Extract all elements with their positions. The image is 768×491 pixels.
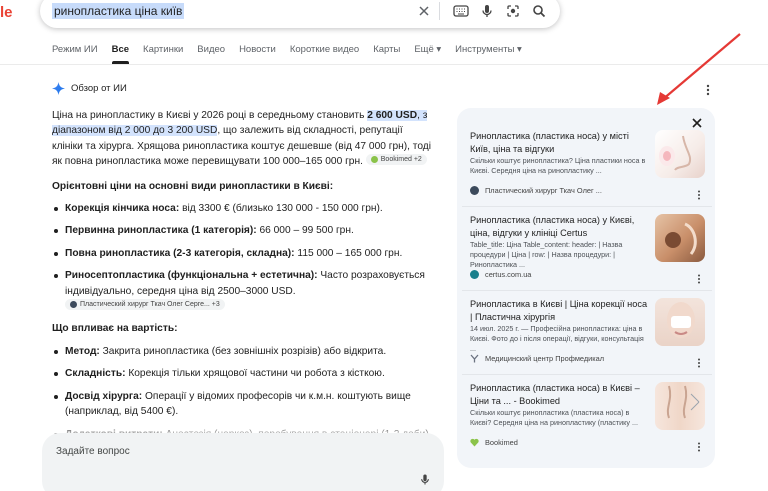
- tab-ai-mode[interactable]: Режим ИИ: [52, 44, 98, 55]
- site-favicon-icon: [470, 354, 479, 363]
- intro-text-2: , з: [417, 110, 428, 121]
- source-thumbnail-image[interactable]: [655, 214, 705, 262]
- source-thumbnail-image[interactable]: [655, 382, 705, 430]
- list-item-term: Повна ринопластика (2-3 категорія, склад…: [65, 247, 295, 259]
- more-options-icon[interactable]: [697, 355, 701, 373]
- lens-icon[interactable]: [502, 1, 524, 21]
- ask-input-placeholder[interactable]: Задайте вопрос: [56, 446, 130, 457]
- source-card-site: Bookimed: [470, 438, 518, 447]
- source-chip-label: Пластический хирург Ткач Олег Серге... +…: [80, 301, 220, 309]
- list-item: Складність: Корекція тільки хрящової час…: [52, 366, 436, 381]
- ai-overview-header: Обзор от ИИ: [52, 82, 127, 95]
- list-item: Первинна ринопластика (1 категорія): 66 …: [52, 223, 436, 238]
- list-item-term: Досвід хірурга:: [65, 390, 143, 402]
- microphone-icon[interactable]: [476, 1, 498, 21]
- list-item-term: Корекція кінчика носа:: [65, 203, 180, 215]
- tabs-divider: [0, 64, 768, 65]
- surgeon-favicon-icon: [70, 301, 77, 309]
- search-input[interactable]: ринопластика ціна київ: [52, 3, 185, 19]
- clear-icon[interactable]: [413, 1, 435, 21]
- divider: [462, 374, 712, 375]
- intro-paragraph: Ціна на ринопластику в Києві у 2026 році…: [52, 108, 436, 170]
- list-item-term: Метод:: [65, 345, 100, 357]
- keyboard-icon[interactable]: [450, 1, 472, 21]
- list-item: Метод: Закрита ринопластика (без зовнішн…: [52, 344, 436, 359]
- source-thumbnail-image[interactable]: [655, 130, 705, 178]
- tab-tools[interactable]: Инструменты ▾: [455, 44, 522, 55]
- ai-overview-content: Ціна на ринопластику в Києві у 2026 році…: [52, 108, 436, 449]
- source-card-site: Медицинский центр Профмедикал: [470, 354, 604, 363]
- list-item: Корекція кінчика носа: від 3300 € (близь…: [52, 201, 436, 216]
- more-options-icon[interactable]: [697, 187, 701, 205]
- list-item: Досвід хірурга: Операції у відомих профе…: [52, 389, 436, 420]
- ai-sparkle-icon: [52, 82, 65, 95]
- tab-images[interactable]: Картинки: [143, 44, 183, 55]
- tab-short-videos[interactable]: Короткие видео: [290, 44, 359, 55]
- more-options-icon[interactable]: [697, 271, 701, 289]
- list-item-desc: 66 000 – 99 500 грн.: [256, 225, 354, 237]
- list-item: Повна ринопластика (2-3 категорія, склад…: [52, 246, 436, 261]
- list-item-desc: Корекція тільки хрящової частини чи робо…: [125, 368, 385, 380]
- search-tabs: Режим ИИ Все Картинки Видео Новости Коро…: [52, 44, 536, 64]
- source-card-site-name: certus.com.ua: [485, 270, 532, 279]
- section-heading-prices: Орієнтовні ціни на основні види риноплас…: [52, 180, 334, 192]
- source-card-snippet: Table_title: Ціна Table_content: header:…: [470, 240, 623, 269]
- factor-list: Метод: Закрита ринопластика (без зовнішн…: [52, 344, 436, 442]
- source-card-site: certus.com.ua: [470, 270, 531, 279]
- source-card-site: Пластический хирург Ткач Олег ...: [470, 186, 602, 195]
- list-item-term: Первинна ринопластика (1 категорія):: [65, 225, 257, 237]
- divider: [462, 206, 712, 207]
- intro-text-1: Ціна на ринопластику в Києві у 2026 році…: [52, 110, 368, 121]
- ai-overview-label: Обзор от ИИ: [71, 83, 127, 94]
- list-item-desc: 115 000 – 165 000 грн.: [294, 247, 403, 259]
- divider: [439, 2, 440, 20]
- search-icon[interactable]: [528, 1, 550, 21]
- section-heading-factors: Що впливає на вартість:: [52, 323, 178, 335]
- source-chip-label: Bookimed +2: [380, 156, 422, 164]
- source-card-title[interactable]: Ринопластика (пластика носа) у місті Киї…: [470, 130, 648, 155]
- source-chip[interactable]: Пластический хирург Ткач Олег Серге... +…: [65, 299, 225, 311]
- source-card-snippet: 14 июл. 2025 г. — Професійна ринопластик…: [470, 324, 644, 353]
- source-thumbnail-image[interactable]: [655, 298, 705, 346]
- tab-videos[interactable]: Видео: [197, 44, 225, 55]
- list-item-term: Риносептопластика (функціональна + естет…: [65, 270, 318, 282]
- tab-maps[interactable]: Карты: [373, 44, 400, 55]
- site-favicon-icon: [470, 186, 479, 195]
- tab-news[interactable]: Новости: [239, 44, 276, 55]
- price-list: Корекція кінчика носа: від 3300 € (близь…: [52, 201, 436, 314]
- source-card-snippet: Скільки коштує ринопластика (пластика но…: [470, 408, 638, 427]
- tab-all[interactable]: Все: [111, 44, 130, 64]
- source-chip[interactable]: Bookimed +2: [365, 154, 427, 166]
- search-bar[interactable]: ринопластика ціна київ: [40, 0, 560, 28]
- source-card-title[interactable]: Ринопластика в Києві | Ціна корекції нос…: [470, 298, 648, 323]
- site-favicon-icon: [470, 438, 479, 447]
- source-card-title[interactable]: Ринопластика (пластика носа) в Києві – Ц…: [470, 382, 648, 407]
- source-card-site-name: Пластический хирург Ткач Олег ...: [485, 186, 602, 195]
- list-item-desc: від 3300 € (близько 130 000 - 150 000 гр…: [179, 203, 383, 215]
- list-item-desc: Закрита ринопластика (без зовнішніх розр…: [99, 345, 387, 357]
- source-card-snippet: Скільки коштує ринопластика? Ціна пласти…: [470, 156, 646, 175]
- more-options-icon[interactable]: [706, 83, 710, 101]
- site-favicon-icon: [470, 270, 479, 279]
- bookimed-favicon-icon: [370, 156, 378, 164]
- tab-more[interactable]: Ещё ▾: [414, 44, 441, 55]
- source-card-site-name: Bookimed: [485, 438, 518, 447]
- divider: [462, 290, 712, 291]
- source-card-site-name: Медицинский центр Профмедикал: [485, 354, 605, 363]
- google-logo-fragment[interactable]: le: [0, 4, 13, 21]
- ask-question-box[interactable]: Задайте вопрос: [42, 433, 444, 491]
- microphone-icon[interactable]: [420, 473, 430, 491]
- list-item: Риносептопластика (функціональна + естет…: [52, 268, 436, 314]
- list-item-term: Складність:: [65, 368, 126, 380]
- intro-range-highlight: діапазоном від 2 000 до 3 200 USD: [52, 125, 218, 137]
- more-options-icon[interactable]: [697, 439, 701, 457]
- intro-price-highlight: 2 600 USD: [367, 110, 418, 121]
- source-card-title[interactable]: Ринопластика (пластика носа) у Києві, ці…: [470, 214, 648, 239]
